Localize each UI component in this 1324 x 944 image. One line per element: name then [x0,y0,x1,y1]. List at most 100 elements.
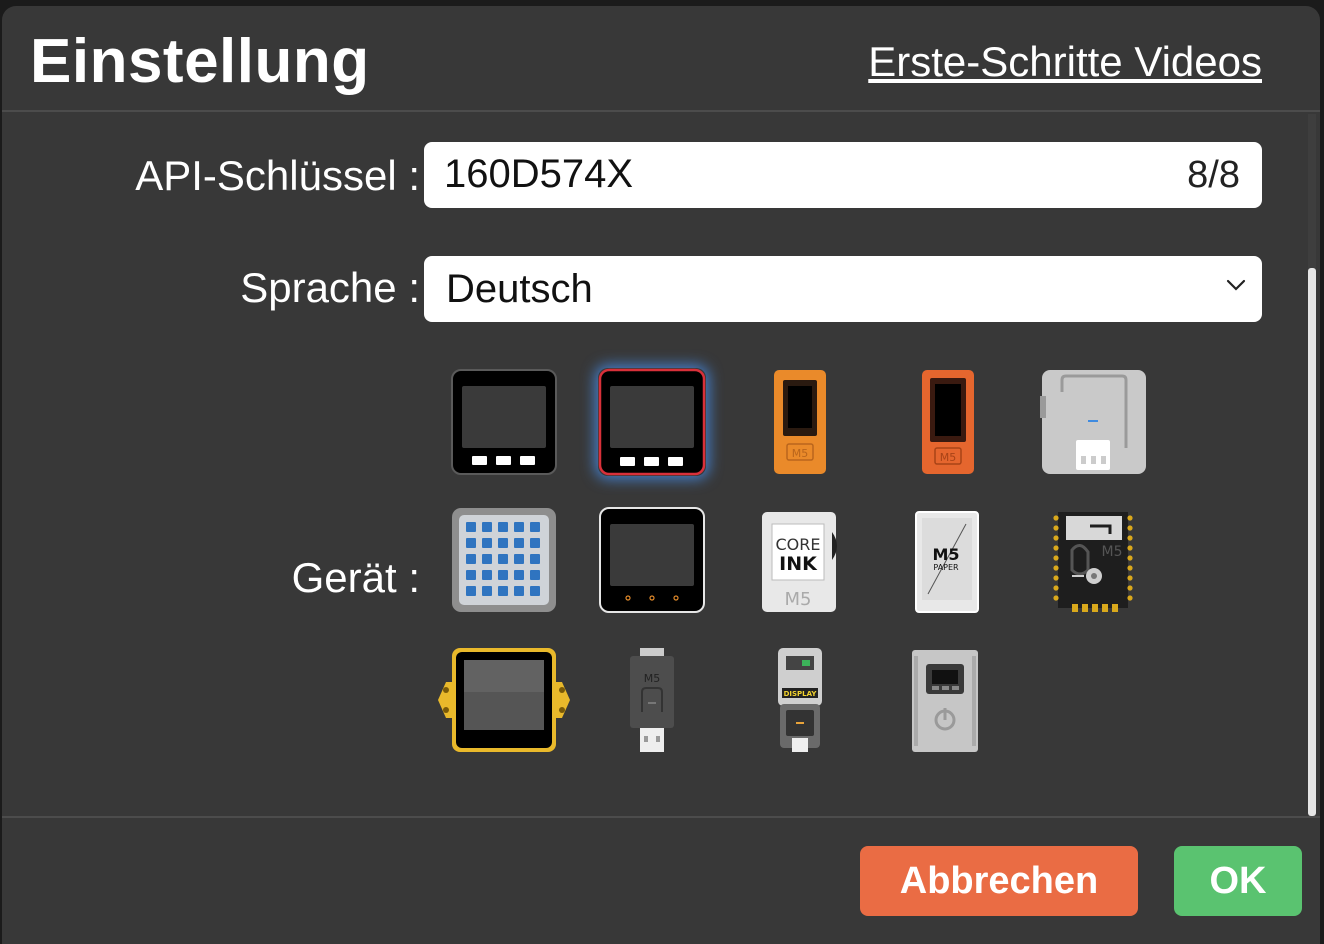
api-key-char-counter: 8/8 [1187,154,1240,196]
device-option-m5stack-core2[interactable] [598,368,706,476]
svg-text:M5: M5 [940,451,957,464]
stamp-pad [1053,545,1059,551]
matrix-led [482,586,492,596]
matrix-led [482,570,492,580]
device-option-m5stickc[interactable]: M5 [746,368,854,476]
matrix-led [498,554,508,564]
stamp-pad [1072,604,1078,612]
matrix-led [514,570,524,580]
device-option-m5stickc-plus[interactable]: M5 [894,368,1002,476]
stamp-pad [1053,565,1059,571]
stamp-pad [1127,595,1133,601]
device-label: Gerät : [291,554,420,601]
stamp-pad [1127,545,1133,551]
matrix-led [514,522,524,532]
matrix-led [482,538,492,548]
matrix-led [482,522,492,532]
stamp-pad [1127,585,1133,591]
stamp-pad [1127,525,1133,531]
stamp-pad [1053,575,1059,581]
device-option-atom-matrix[interactable] [450,506,558,614]
matrix-led [466,570,476,580]
matrix-led [466,554,476,564]
matrix-led [482,554,492,564]
stamp-pad [1092,604,1098,612]
settings-dialog: Einstellung Erste-Schritte Videos API-Sc… [2,6,1320,944]
device-option-atom-display[interactable]: DISPLAY [774,646,826,754]
device-option-stamp-pico[interactable]: M5 [1052,506,1134,614]
api-key-value[interactable]: 160D574X [444,152,633,197]
device-option-m5paper[interactable]: M5 PAPER [914,506,980,614]
chevron-down-icon [1226,279,1246,291]
stamp-pad [1127,555,1133,561]
api-key-label: API-Schlüssel : [135,152,420,199]
stamp-pad [1053,585,1059,591]
matrix-led [498,538,508,548]
atom-matrix-icon [452,508,556,612]
stamp-pad [1127,535,1133,541]
stamp-pico-icon: M5 [1053,512,1133,612]
api-key-input[interactable]: 160D574X 8/8 [424,142,1262,208]
m5stickc-plus-icon: M5 [922,370,974,474]
matrix-led [530,586,540,596]
stamp-pad [1127,515,1133,521]
header-divider [2,110,1320,112]
atom-u-logo: M5 [644,672,661,685]
matrix-led [498,522,508,532]
device-option-m5stack-core2-black[interactable] [598,506,706,614]
matrix-led [530,522,540,532]
coreink-text-bottom: INK [779,553,818,575]
device-option-m5stack-basic[interactable] [450,368,558,476]
device-option-coreink[interactable]: CORE INK M5 [760,506,840,614]
stamp-pad [1053,595,1059,601]
core2-aws-icon [438,648,570,752]
getting-started-videos-link[interactable]: Erste-Schritte Videos [868,38,1262,86]
matrix-led [514,538,524,548]
matrix-led [530,538,540,548]
stamp-pad [1127,575,1133,581]
m5stack-basic-icon [451,369,557,475]
device-option-atom-u[interactable]: M5 [624,646,680,754]
matrix-led [466,538,476,548]
coreink-text-top: CORE [776,535,821,554]
dialog-title: Einstellung [30,27,370,96]
ok-button[interactable]: OK [1174,846,1302,916]
stamp-pad [1127,565,1133,571]
m5stickc-icon: M5 [774,370,826,474]
matrix-led [466,586,476,596]
station-icon [912,650,978,752]
matrix-led [530,570,540,580]
scroll-thumb[interactable] [1308,268,1316,816]
stamp-pad [1112,604,1118,612]
m5stack-core2-icon [598,368,706,476]
matrix-led [514,586,524,596]
stamp-pad [1053,525,1059,531]
device-option-atom-lite[interactable] [1040,368,1148,476]
language-label: Sprache : [240,264,420,311]
atom-display-logo: DISPLAY [784,690,818,698]
coreink-icon: CORE INK M5 [762,512,837,612]
m5stack-core2-black-icon [599,507,705,613]
device-option-core2-aws[interactable] [432,646,576,754]
language-selected-value: Deutsch [446,267,593,311]
stamp-pad [1053,515,1059,521]
stamp-pad [1082,604,1088,612]
matrix-led [514,554,524,564]
atom-display-icon: DISPLAY [778,648,822,752]
footer-divider [2,816,1320,818]
svg-text:M5: M5 [792,447,809,460]
m5paper-text-bottom: PAPER [933,563,959,572]
matrix-led [466,522,476,532]
matrix-led [498,586,508,596]
atom-u-icon: M5 [630,648,674,752]
language-select[interactable]: Deutsch [424,256,1262,322]
coreink-logo: M5 [785,589,812,610]
atom-lite-icon [1040,370,1146,474]
cancel-button[interactable]: Abbrechen [860,846,1138,916]
stamp-pad [1053,555,1059,561]
scrollbar[interactable] [1308,114,1316,816]
stamp-pico-logo: M5 [1102,544,1123,560]
stamp-pad [1102,604,1108,612]
device-option-station[interactable] [910,646,980,754]
m5paper-icon: M5 PAPER [915,511,979,613]
